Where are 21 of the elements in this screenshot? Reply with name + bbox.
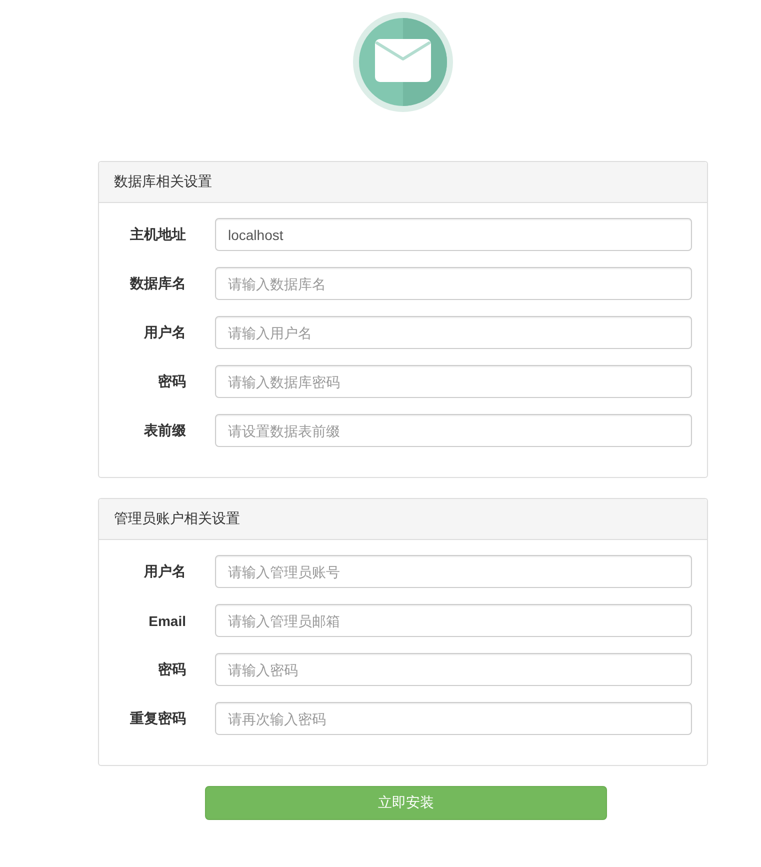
field-label: Email (148, 612, 186, 628)
field-label: 密码 (158, 372, 186, 390)
field-label: 密码 (158, 660, 186, 678)
panel-title: 数据库相关设置 (114, 173, 212, 191)
field-label: 表前缀 (144, 422, 186, 440)
input-field[interactable]: 请输入数据库密码 (215, 365, 692, 398)
input-field[interactable]: localhost (215, 218, 692, 251)
input-field[interactable]: 请输入密码 (215, 653, 692, 686)
input-field[interactable]: 请输入数据库名 (215, 267, 692, 300)
input-field[interactable]: 请设置数据表前缀 (215, 414, 692, 447)
field-label: 用户名 (144, 324, 186, 342)
field-label: 重复密码 (130, 710, 186, 728)
panel-title: 管理员账户相关设置 (114, 510, 240, 528)
field-label: 数据库名 (130, 274, 186, 292)
field-label: 主机地址 (130, 226, 186, 244)
envelope-icon (353, 12, 453, 112)
input-field[interactable]: 请再次输入密码 (215, 702, 692, 735)
input-field[interactable]: 请输入管理员邮箱 (215, 604, 692, 637)
input-field[interactable]: 请输入用户名 (215, 316, 692, 349)
input-field[interactable]: 请输入管理员账号 (215, 555, 692, 588)
field-label: 用户名 (144, 562, 186, 580)
